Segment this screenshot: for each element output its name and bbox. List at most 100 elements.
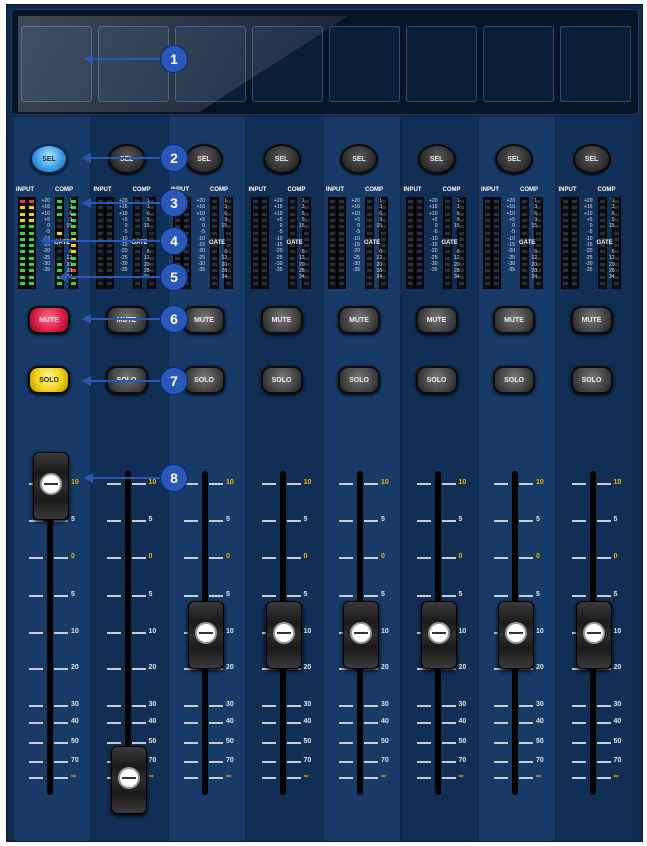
solo-button[interactable]: SOLO <box>415 366 458 394</box>
sel-button[interactable]: SEL <box>107 144 146 174</box>
fader-scale-label: 30 <box>613 701 622 708</box>
meter-segment <box>444 200 450 203</box>
meter-segment <box>134 263 140 266</box>
solo-button[interactable]: SOLO <box>493 366 535 394</box>
fader-scale-label: 0 <box>303 553 308 560</box>
solo-button[interactable]: SOLO <box>338 366 380 394</box>
meter-segment <box>536 281 541 285</box>
solo-button[interactable]: SOLO <box>183 366 225 394</box>
fader-tick-right <box>286 557 301 559</box>
input-scale: +20 +16 +10 +5 0 -5 -10 -15 -20 -25 -30 -35 <box>429 198 438 274</box>
fader-tick-right <box>286 761 301 763</box>
scene-slot-1[interactable] <box>21 26 92 102</box>
callout-arrowhead <box>84 54 93 64</box>
sel-button[interactable]: SEL <box>185 144 223 174</box>
sel-button[interactable]: SEL <box>340 144 378 174</box>
meter-segment <box>416 250 422 254</box>
meter-segment <box>134 281 140 285</box>
fader-tick-left <box>184 722 198 724</box>
scene-slot-4[interactable] <box>252 26 323 102</box>
meter-segment <box>261 200 267 203</box>
meter-segment <box>97 212 103 216</box>
mute-button[interactable]: MUTE <box>105 306 148 334</box>
meter-segment <box>522 225 527 229</box>
mute-button[interactable]: MUTE <box>415 306 458 334</box>
fader-scale-label: 20 <box>148 664 157 671</box>
fader-scale-label: 50 <box>536 738 544 745</box>
meter-segment <box>261 206 267 210</box>
meter-segment <box>485 225 490 229</box>
meter-segment <box>97 206 103 210</box>
gate-scale: 612202834 <box>531 249 537 281</box>
meter-segment <box>29 281 34 285</box>
mute-button[interactable]: MUTE <box>183 306 225 334</box>
comp-scale: 1 3 6 9 15 <box>66 198 72 230</box>
sel-button[interactable]: SEL <box>417 144 456 174</box>
meter-segment <box>367 231 372 235</box>
scene-slot-6[interactable] <box>406 26 477 102</box>
meter-segment <box>485 269 490 273</box>
fader-tick-left <box>494 777 508 779</box>
fader-knob[interactable] <box>420 601 457 669</box>
meter-segment <box>20 275 25 279</box>
fader-knob[interactable] <box>188 601 224 669</box>
scene-slot-2[interactable] <box>98 26 169 102</box>
fader-knob[interactable] <box>498 601 534 669</box>
fader-tick-left <box>29 520 43 522</box>
input-meter-left <box>18 197 27 289</box>
input-scale: +20 +16 +10 +5 0 -5 -10 -15 -20 -25 -30 -35 <box>274 198 283 274</box>
mute-button[interactable]: MUTE <box>570 306 613 334</box>
fader-scale-label: 10 <box>458 628 467 635</box>
solo-button[interactable]: SOLO <box>28 366 70 394</box>
fader-knob[interactable] <box>265 601 302 669</box>
meter-segment <box>485 275 490 279</box>
scene-slot-5[interactable] <box>329 26 400 102</box>
fader-knob[interactable] <box>110 746 147 814</box>
fader-tick-right <box>209 761 223 763</box>
comp-scale: 1 3 6 9 15 <box>376 198 382 230</box>
meter-segment <box>29 269 34 273</box>
fader-scale-label: 50 <box>458 738 467 745</box>
gate-scale: 612202834 <box>453 249 460 281</box>
fader-knob[interactable] <box>343 601 379 669</box>
mute-button[interactable]: MUTE <box>260 306 303 334</box>
solo-button[interactable]: SOLO <box>260 366 303 394</box>
comp-meter-label: COMP <box>287 187 306 193</box>
meter-segment <box>330 281 335 285</box>
meter-segment <box>494 244 499 248</box>
fader-tick-right <box>519 595 533 597</box>
meter-segment <box>407 275 413 279</box>
meter-segment <box>571 225 577 229</box>
fader-tick-left <box>261 742 276 744</box>
fader-tick-right <box>209 557 223 559</box>
meter-segment <box>29 225 34 229</box>
fader-tick-right <box>441 777 456 779</box>
meter-segment <box>407 269 413 273</box>
sel-button[interactable]: SEL <box>495 144 533 174</box>
meter-segment <box>444 218 450 222</box>
mute-button[interactable]: MUTE <box>28 306 70 334</box>
scene-slot-7[interactable] <box>483 26 554 102</box>
fader-scale-label: 20 <box>536 664 544 671</box>
meter-segment <box>134 218 140 222</box>
fader-knob[interactable] <box>33 452 69 520</box>
scene-slot-8[interactable] <box>560 26 631 102</box>
input-meter-label: INPUT <box>558 187 577 193</box>
callout-line <box>46 240 160 242</box>
sel-button[interactable]: SEL <box>262 144 301 174</box>
sel-button[interactable]: SEL <box>572 144 611 174</box>
mute-button[interactable]: MUTE <box>338 306 380 334</box>
fader-knob[interactable] <box>575 601 612 669</box>
fader-scale-label: ∞ <box>148 773 154 780</box>
fader-scale-label: 5 <box>458 516 463 523</box>
mute-button[interactable]: MUTE <box>493 306 535 334</box>
meter-segment <box>562 269 568 273</box>
meter-segment <box>97 225 103 229</box>
fader-tick-right <box>54 777 68 779</box>
fader-tick-left <box>494 705 508 707</box>
input-meter-right <box>27 197 36 289</box>
sel-button[interactable]: SEL <box>30 144 68 174</box>
fader-tick-left <box>261 722 276 724</box>
fader-scale-label: 10 <box>226 628 234 635</box>
solo-button[interactable]: SOLO <box>570 366 613 394</box>
